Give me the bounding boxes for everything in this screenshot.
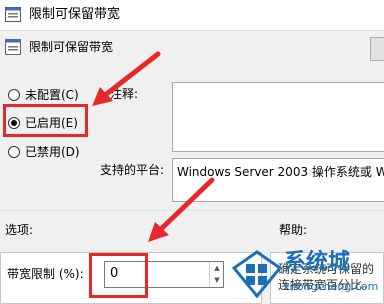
watermark-brand: 系统城 bbox=[284, 250, 351, 275]
window-title: 限制可保留带宽 bbox=[29, 7, 121, 22]
platform-value: Windows Server 2003 操作系统或 Wind bbox=[177, 165, 384, 179]
highlight-value-box bbox=[89, 253, 148, 298]
platform-textbox: Windows Server 2003 操作系统或 Wind bbox=[172, 158, 384, 202]
radio-not-configured[interactable] bbox=[8, 89, 20, 101]
platform-label: 支持的平台: bbox=[100, 163, 165, 177]
spin-up-icon[interactable]: ▲ bbox=[210, 262, 224, 274]
setting-icon bbox=[5, 39, 21, 55]
previous-setting-button[interactable] bbox=[370, 37, 384, 61]
comment-textarea[interactable] bbox=[172, 82, 384, 152]
section-divider bbox=[0, 210, 384, 211]
radio-disabled-label[interactable]: 已禁用(D) bbox=[25, 144, 80, 160]
watermark-logo-icon bbox=[232, 250, 282, 298]
bandwidth-spinner[interactable]: ▲ ▼ bbox=[209, 262, 224, 287]
help-label: 帮助: bbox=[279, 223, 308, 237]
options-label: 选项: bbox=[5, 223, 34, 237]
spin-down-icon[interactable]: ▼ bbox=[210, 274, 224, 286]
setting-title: 限制可保留带宽 bbox=[29, 40, 114, 54]
radio-not-configured-label[interactable]: 未配置(C) bbox=[25, 87, 79, 103]
bandwidth-label: 带宽限制 (%): bbox=[7, 267, 84, 281]
comment-label: 注释: bbox=[110, 87, 139, 101]
watermark-url: xitongcheng.com bbox=[283, 280, 379, 293]
highlight-enabled-box bbox=[3, 104, 88, 137]
title-divider bbox=[0, 30, 384, 31]
radio-disabled[interactable] bbox=[8, 146, 20, 158]
policy-window-icon bbox=[5, 7, 21, 22]
